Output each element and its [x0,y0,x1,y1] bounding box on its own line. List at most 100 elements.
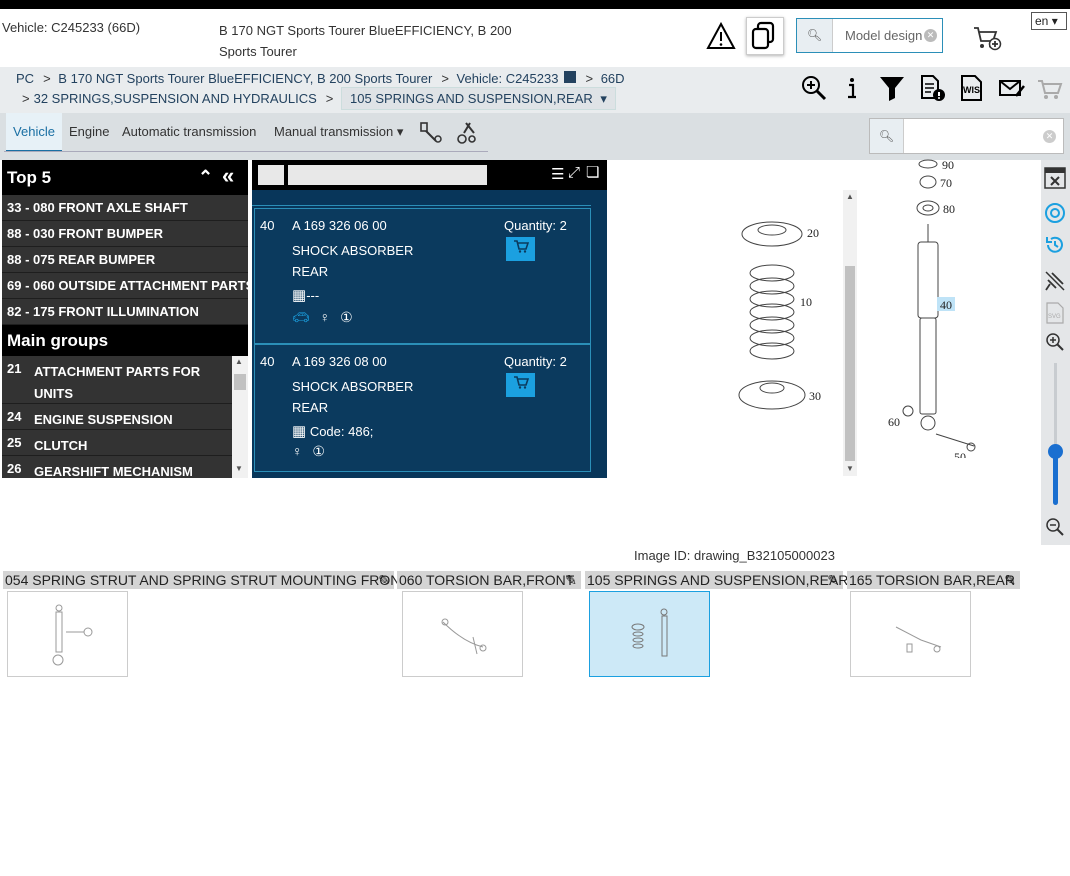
language-value: en [1035,14,1049,28]
edit-icon[interactable]: ✎ [378,571,390,589]
top5-title: Top 5 [7,168,52,187]
expand-icon[interactable]: ⤢ [568,164,580,181]
drawing-thumbnail[interactable] [850,591,971,677]
add-to-cart-button[interactable] [506,237,535,261]
part-row[interactable]: 40 A 169 326 08 00 SHOCK ABSORBER REAR ▦… [254,344,591,472]
thumbnail-title-text: 105 SPRINGS AND SUSPENSION,REAR [587,572,849,588]
filter-icon[interactable] [878,74,906,102]
edit-icon[interactable]: ✎ [827,571,839,589]
top5-item[interactable]: 88 - 030 FRONT BUMPER [2,221,248,247]
breadcrumb-group[interactable]: 32 SPRINGS,SUSPENSION AND HYDRAULICS [34,91,317,106]
copy-vehicle-icon[interactable] [564,71,577,83]
mail-edit-icon[interactable] [998,74,1026,102]
tab-engine[interactable]: Engine [69,113,109,152]
part-number[interactable]: A 169 326 06 00 [292,218,387,233]
cart-icon [513,376,529,389]
tab-manual-transmission[interactable]: Manual transmission ▾ [274,113,403,152]
thumbnail-image [895,626,942,653]
info-icon[interactable] [838,74,866,102]
thumbnail-title[interactable]: 054 SPRING STRUT AND SPRING STRUT MOUNTI… [3,571,409,589]
breadcrumb-code[interactable]: 66D [601,71,625,86]
zoom-in-icon[interactable] [1045,332,1065,352]
select-all-checkbox[interactable] [258,165,284,185]
part-number[interactable]: A 169 326 08 00 [292,354,387,369]
breadcrumb-vehicle[interactable]: Vehicle: C245233 [457,71,559,86]
groups-panel: Top 5 ⌃ « 33 - 080 FRONT AXLE SHAFT 88 -… [2,158,254,479]
warning-icon[interactable] [706,22,736,50]
list-view-icon[interactable]: ☰ [551,165,564,183]
copy-icon [751,21,775,50]
key-icon[interactable]: ♀ [320,309,331,325]
main-group-item[interactable]: 25 CLUTCH [2,430,232,456]
edit-icon[interactable]: ✎ [565,571,577,589]
zoom-slider-handle[interactable] [1048,444,1063,459]
top5-item[interactable]: 33 - 080 FRONT AXLE SHAFT [2,195,248,221]
info-circle-icon[interactable]: ① [312,443,325,459]
cart-icon[interactable] [1036,74,1064,102]
close-drawing-icon[interactable] [1044,167,1066,189]
edit-icon[interactable]: ✎ [1004,571,1016,589]
main-group-item[interactable]: 26 GEARSHIFT MECHANISM [2,456,232,479]
history-icon[interactable] [1044,234,1066,256]
clear-icon[interactable]: ✕ [924,29,937,42]
svg-download-icon[interactable]: SVG [1045,302,1065,324]
drawing-thumbnail-active[interactable] [589,591,710,677]
vehicle-icon[interactable]: 🚗︎ [292,309,310,325]
tab-vehicle[interactable]: Vehicle [6,113,62,152]
thumbnail-title[interactable]: 165 TORSION BAR,REAR ✎ [847,571,1020,589]
zoom-out-icon[interactable] [1045,517,1065,537]
drawing-thumbnail[interactable] [7,591,128,677]
clear-icon[interactable]: ✕ [1043,130,1056,143]
tab-automatic-transmission[interactable]: Automatic transmission [122,113,256,152]
language-select[interactable]: en ▾ [1031,12,1067,30]
wis-icon[interactable]: WIS [958,74,986,102]
parts-filter-input[interactable] [288,165,487,185]
add-to-cart-button[interactable] [506,373,535,397]
drawing-thumbnail[interactable] [402,591,523,677]
callout-label[interactable]: 30 [809,389,821,403]
callout-label[interactable]: 90 [942,158,954,172]
callout-label[interactable]: 10 [800,295,812,309]
thumbnail-title[interactable]: 060 TORSION BAR,FRONT ✎ [397,571,581,589]
breadcrumb-model[interactable]: B 170 NGT Sports Tourer BlueEFFICIENCY, … [58,71,432,86]
top5-item[interactable]: 88 - 075 REAR BUMPER [2,247,248,273]
top-bar [0,0,1070,9]
part-code: Code: 486; [309,424,374,439]
tools-icon[interactable] [454,119,480,145]
zoom-in-icon[interactable] [800,74,828,102]
collapse-panel-icon[interactable]: « [222,158,234,193]
parts-search[interactable]: 🔍︎ ✕ [869,118,1064,154]
callout-label[interactable]: 70 [940,176,952,190]
model-search-input[interactable]: Model design [845,28,923,43]
callout-label[interactable]: 60 [888,415,900,429]
search-icon[interactable]: 🔍︎ [870,119,904,153]
callout-label[interactable]: 40 [940,298,952,312]
breadcrumb-subgroup-dropdown[interactable]: 105 SPRINGS AND SUSPENSION,REAR ▾ [341,87,616,110]
info-circle-icon[interactable]: ① [340,309,353,325]
callout-label[interactable]: 20 [807,226,819,240]
windows-icon[interactable]: ❏ [586,163,599,181]
part-description-line: REAR [292,400,329,415]
chevron-up-icon[interactable]: ⌃ [198,160,213,195]
model-search[interactable]: 🔍︎ Model design ✕ [796,18,943,53]
key-icon[interactable]: ♀ [292,443,303,459]
copy-button[interactable] [746,17,784,55]
target-icon[interactable] [1044,202,1066,224]
spray-tool-icon[interactable] [418,119,444,145]
thumbnail-title[interactable]: 105 SPRINGS AND SUSPENSION,REAR ✎ [585,571,848,589]
main-group-item[interactable]: 21 ATTACHMENT PARTS FOR UNITS [2,356,232,404]
thumbnail-title-text: 054 SPRING STRUT AND SPRING STRUT MOUNTI… [5,572,409,588]
callout-label[interactable]: 50 [954,450,966,458]
main-group-item[interactable]: 24 ENGINE SUSPENSION [2,404,232,430]
unpin-icon[interactable] [1044,270,1066,292]
document-info-icon[interactable] [918,74,946,102]
main-groups-scrollbar[interactable]: ▲ ▼ [232,356,248,478]
top5-item[interactable]: 82 - 175 FRONT ILLUMINATION [2,299,248,325]
exploded-drawing[interactable]: 90 70 80 20 10 40 30 60 50 [700,158,1040,458]
callout-label[interactable]: 80 [943,202,955,216]
part-row[interactable]: 40 A 169 326 06 00 SHOCK ABSORBER REAR ▦… [254,208,591,344]
top5-item[interactable]: 69 - 060 OUTSIDE ATTACHMENT PARTS [2,273,254,299]
cart-add-icon[interactable] [972,25,1002,51]
search-icon[interactable]: 🔍︎ [797,19,833,52]
breadcrumb-pc[interactable]: PC [16,71,34,86]
